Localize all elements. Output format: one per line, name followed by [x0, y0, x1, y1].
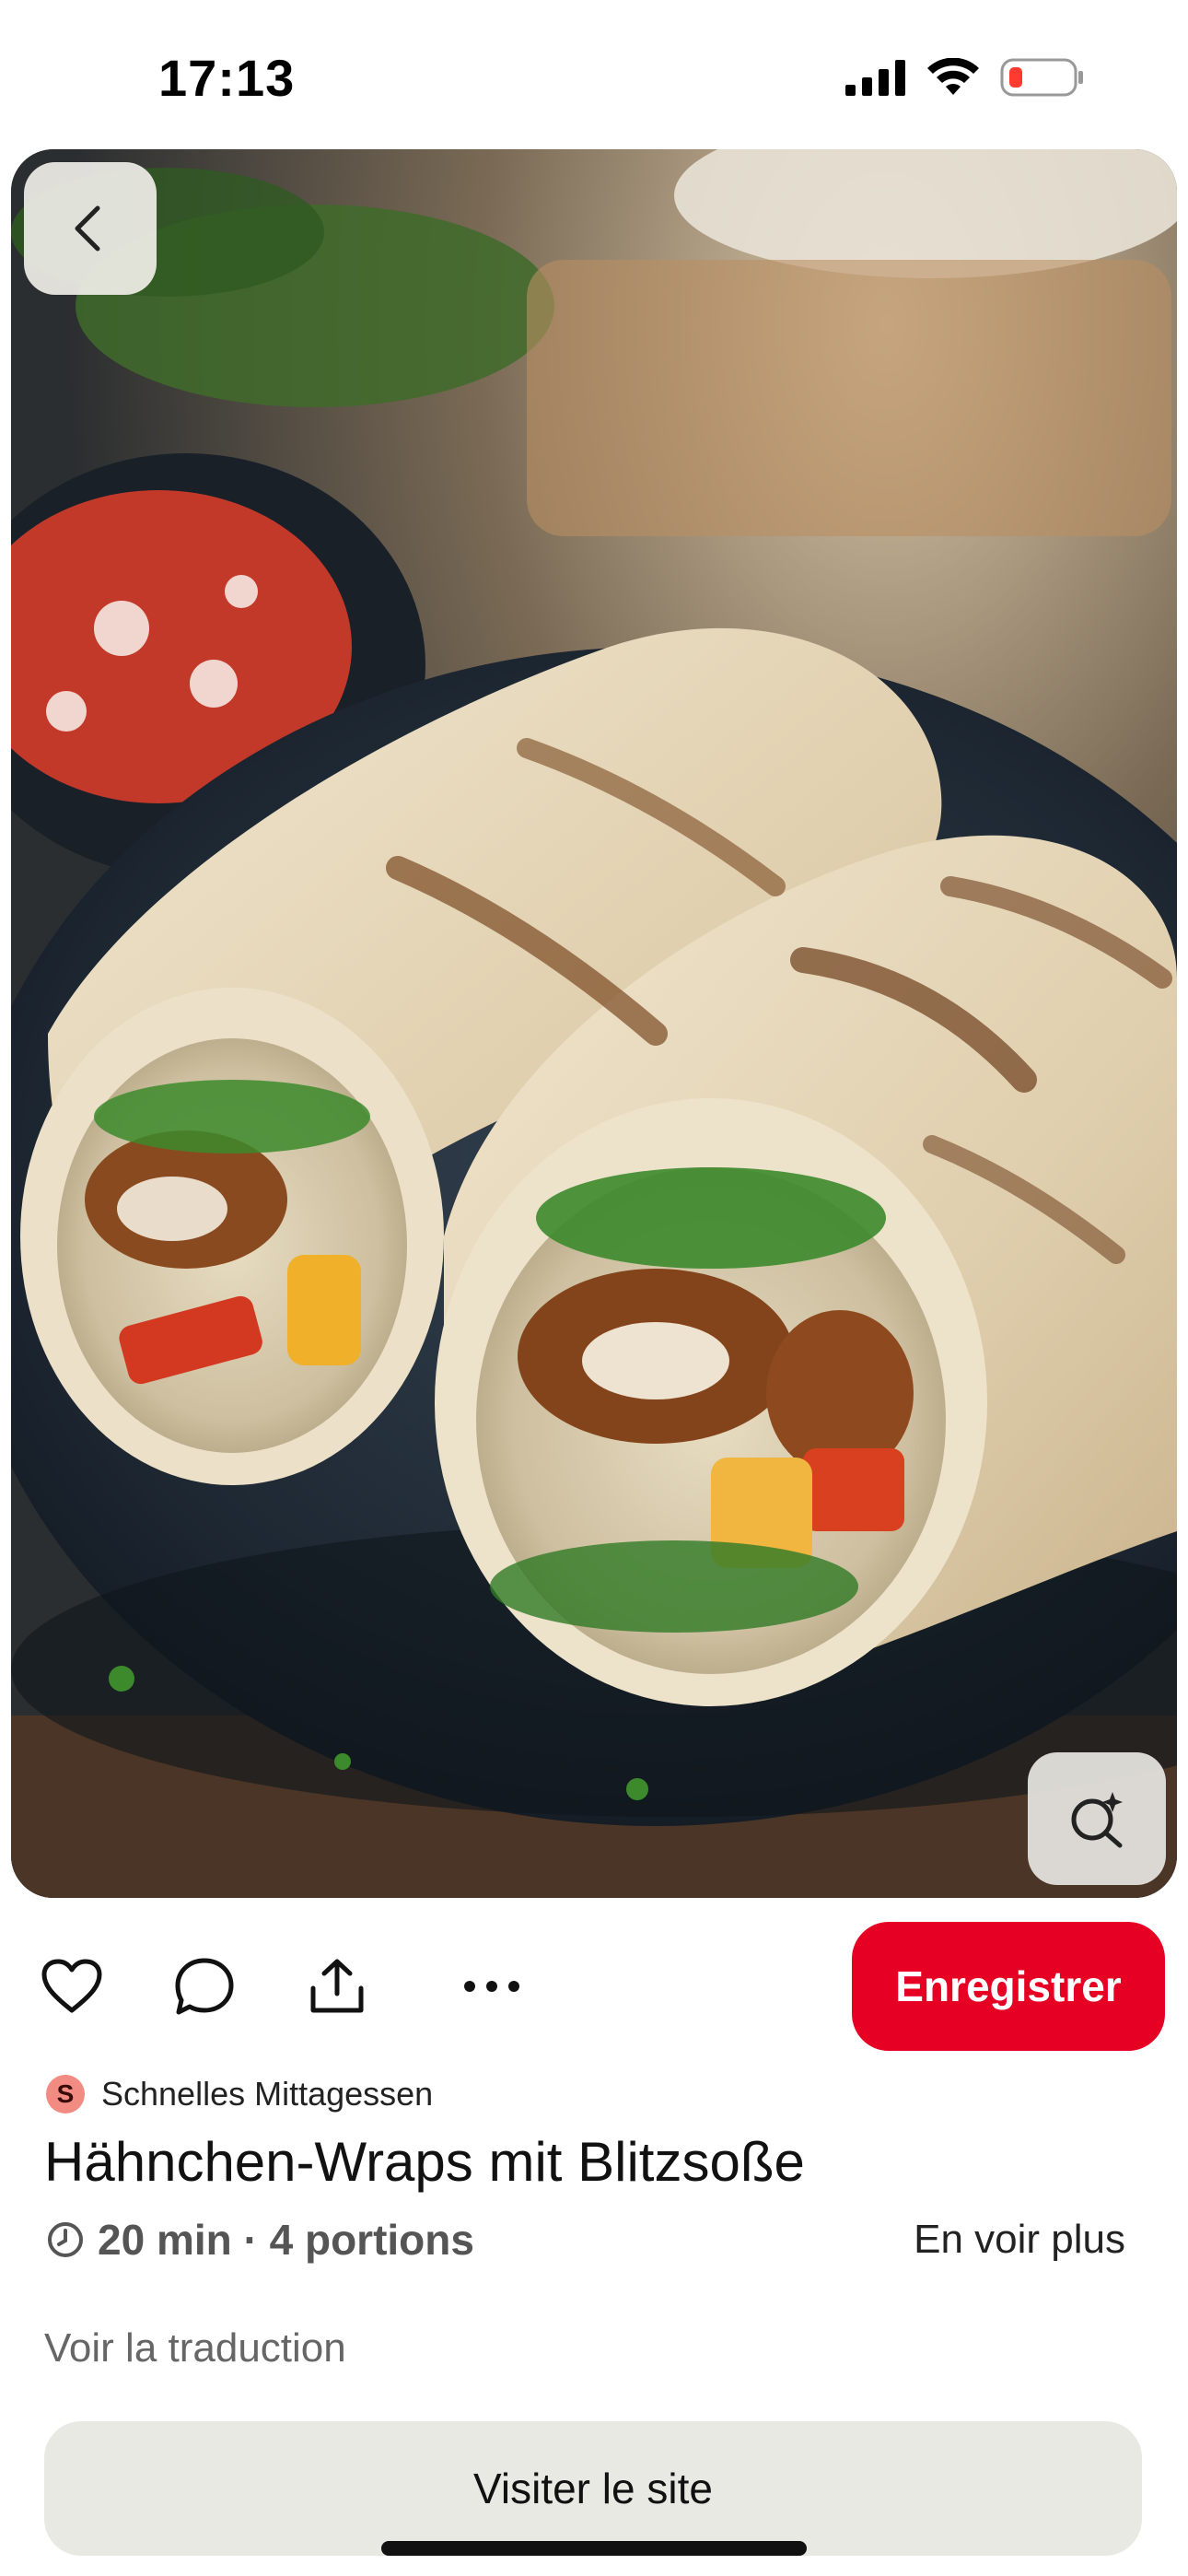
- board-avatar: S: [46, 2075, 85, 2113]
- share-button[interactable]: [293, 1942, 381, 2031]
- wifi-icon: [927, 58, 979, 95]
- pin-title: Hähnchen-Wraps mit Blitzsoße: [44, 2131, 805, 2193]
- like-button[interactable]: [28, 1942, 116, 2031]
- visit-site-button[interactable]: Visiter le site: [44, 2421, 1142, 2556]
- status-icons: [845, 57, 1085, 98]
- visual-search-button[interactable]: [1028, 1752, 1166, 1885]
- heart-icon: [41, 1959, 102, 2013]
- more-icon: [464, 1981, 519, 1992]
- chevron-left-icon: [75, 205, 100, 252]
- home-indicator[interactable]: [381, 2541, 807, 2556]
- recipe-time-portions: 20 min · 4 portions: [98, 2216, 474, 2264]
- see-translation-link[interactable]: Voir la traduction: [44, 2325, 346, 2371]
- clock-icon: [48, 2222, 83, 2257]
- visual-search-icon: [1071, 1792, 1123, 1848]
- cellular-signal-icon: [845, 60, 905, 96]
- action-bar: Enregistrer: [0, 1922, 1188, 2051]
- more-options-button[interactable]: [448, 1942, 536, 2031]
- comment-icon: [175, 1958, 234, 2015]
- board-link[interactable]: S Schnelles Mittagessen: [46, 2075, 433, 2113]
- recipe-meta: 20 min · 4 portions: [46, 2215, 474, 2265]
- chicken-wraps-photo: [11, 149, 1177, 1898]
- back-button[interactable]: [24, 162, 157, 295]
- comment-button[interactable]: [160, 1942, 249, 2031]
- save-button[interactable]: Enregistrer: [852, 1922, 1165, 2051]
- see-more-link[interactable]: En voir plus: [914, 2217, 1125, 2263]
- status-time: 17:13: [158, 49, 296, 107]
- board-name: Schnelles Mittagessen: [101, 2075, 434, 2113]
- share-icon: [310, 1959, 364, 2013]
- pin-image[interactable]: [11, 149, 1177, 1898]
- battery-low-icon: [1000, 58, 1083, 97]
- status-bar: 17:13: [0, 0, 1188, 147]
